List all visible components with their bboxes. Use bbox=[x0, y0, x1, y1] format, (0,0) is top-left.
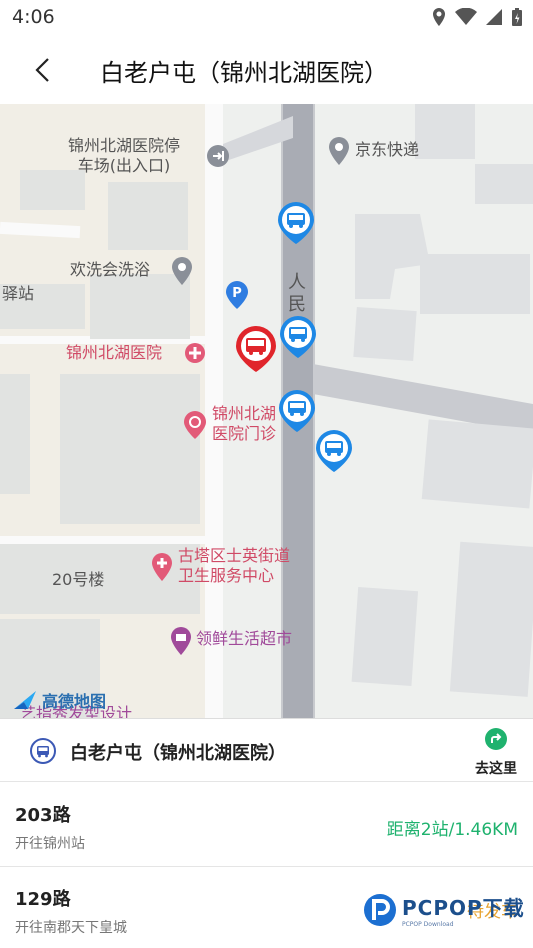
poi-wash[interactable]: 欢洗会洗浴 bbox=[70, 260, 150, 280]
location-icon bbox=[433, 8, 445, 26]
bus-stop-pin[interactable] bbox=[277, 388, 317, 434]
market-pin-icon bbox=[171, 627, 191, 655]
bus-stop-pin[interactable] bbox=[276, 200, 316, 246]
route-name: 129路 bbox=[15, 889, 71, 910]
page-title: 白老户屯（锦州北湖医院） bbox=[100, 59, 388, 87]
poi-parking-line1: 锦州北湖医院停 bbox=[68, 136, 181, 155]
bus-stop-pin[interactable] bbox=[278, 314, 318, 360]
go-here-button[interactable]: 去这里 bbox=[470, 727, 522, 777]
station-header: 白老户屯（锦州北湖医院） 去这里 bbox=[0, 718, 533, 782]
header: 白老户屯（锦州北湖医院） bbox=[0, 36, 533, 104]
route-direction: 开往南郡天下皇城 bbox=[15, 920, 127, 936]
poi-clinic-line2: 医院门诊 bbox=[212, 424, 277, 443]
station-name: 白老户屯（锦州北湖医院） bbox=[70, 743, 286, 764]
watermark-sub: PCPOP Download bbox=[402, 921, 454, 928]
navigate-icon bbox=[485, 728, 507, 750]
map-logo: 高德地图 bbox=[12, 688, 106, 712]
bus-stop-pin[interactable] bbox=[314, 428, 354, 474]
watermark: PCPOP下载 PCPOP Download bbox=[362, 892, 525, 928]
poi-building[interactable]: 20号楼 bbox=[52, 570, 104, 590]
service-pin-icon bbox=[152, 553, 172, 581]
watermark-text: PCPOP下载 bbox=[402, 896, 525, 920]
poi-service-line2: 卫生服务中心 bbox=[178, 566, 275, 585]
map[interactable]: 锦州北湖医院停 车场(出入口) 京东快递 欢洗会洗浴 驿站 P 人 民 锦州北湖… bbox=[0, 104, 533, 718]
route-direction: 开往锦州站 bbox=[15, 836, 85, 852]
poi-service-line1: 古塔区士英街道 bbox=[178, 546, 291, 565]
road-label-char2: 民 bbox=[288, 294, 306, 315]
parking-exit-icon bbox=[207, 145, 229, 167]
road-label: 人 民 bbox=[288, 272, 306, 316]
poi-jd[interactable]: 京东快递 bbox=[355, 140, 419, 160]
amap-logo-icon bbox=[14, 691, 36, 709]
back-button[interactable] bbox=[26, 52, 62, 88]
route-item[interactable]: 203路 开往锦州站 距离2站/1.46KM bbox=[0, 783, 533, 867]
wifi-icon bbox=[455, 8, 477, 25]
signal-icon bbox=[486, 9, 502, 25]
clinic-pin-icon bbox=[184, 411, 206, 439]
hospital-cross-icon bbox=[185, 343, 205, 363]
bus-stop-icon bbox=[30, 738, 56, 764]
status-time: 4:06 bbox=[12, 6, 55, 28]
poi-parking-line2: 车场(出入口) bbox=[77, 156, 171, 175]
jd-pin-icon bbox=[329, 137, 349, 165]
svg-text:P: P bbox=[232, 286, 242, 301]
pcpop-logo-icon bbox=[364, 894, 396, 926]
route-name: 203路 bbox=[15, 805, 71, 826]
poi-hospital[interactable]: 锦州北湖医院 bbox=[66, 343, 162, 363]
selected-bus-stop-pin[interactable] bbox=[234, 324, 278, 374]
poi-parking[interactable]: 锦州北湖医院停 车场(出入口) bbox=[68, 136, 180, 176]
status-bar: 4:06 bbox=[0, 0, 533, 36]
route-distance: 距离2站/1.46KM bbox=[386, 820, 518, 840]
status-icons bbox=[431, 7, 523, 27]
poi-station[interactable]: 驿站 bbox=[2, 284, 34, 304]
parking-icon[interactable]: P bbox=[225, 280, 249, 310]
battery-icon bbox=[512, 8, 522, 26]
map-logo-text: 高德地图 bbox=[42, 692, 107, 711]
poi-service[interactable]: 古塔区士英街道 卫生服务中心 bbox=[178, 546, 290, 586]
poi-clinic[interactable]: 锦州北湖 医院门诊 bbox=[212, 404, 276, 444]
go-here-label: 去这里 bbox=[475, 761, 517, 777]
road-label-char1: 人 bbox=[288, 272, 306, 293]
poi-clinic-line1: 锦州北湖 bbox=[212, 404, 277, 423]
poi-market[interactable]: 领鲜生活超市 bbox=[196, 629, 292, 649]
chevron-left-icon bbox=[35, 58, 49, 82]
wash-pin-icon bbox=[172, 257, 192, 285]
